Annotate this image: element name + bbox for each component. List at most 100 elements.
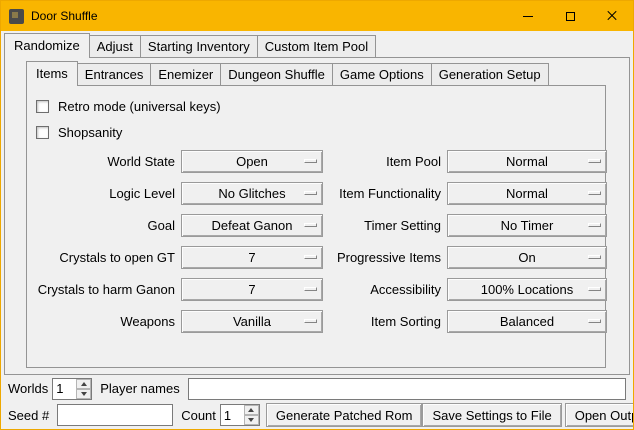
item-sorting-label: Item Sorting [329,314,441,329]
app-window: Door Shuffle Randomize Adjust Starting I… [0,0,634,430]
count-label: Count [181,408,216,423]
tab-dungeon-shuffle[interactable]: Dungeon Shuffle [220,63,333,85]
worlds-label: Worlds [8,381,48,396]
dropdown-crystals-harm-ganon[interactable]: 7 [181,278,323,301]
count-value: 1 [221,405,244,425]
tab-adjust[interactable]: Adjust [89,35,141,57]
dropdown-value: Defeat Ganon [212,218,293,233]
close-icon [606,10,618,22]
dropdown-indicator-icon [588,287,601,291]
crystals-harm-ganon-label: Crystals to harm Ganon [33,282,175,297]
accessibility-label: Accessibility [329,282,441,297]
dropdown-timer-setting[interactable]: No Timer [447,214,607,237]
dropdown-accessibility[interactable]: 100% Locations [447,278,607,301]
dropdown-value: 7 [248,282,255,297]
dropdown-indicator-icon [304,159,317,163]
randomize-panel: Items Entrances Enemizer Dungeon Shuffle… [4,57,630,375]
generate-patched-rom-button[interactable]: Generate Patched Rom [266,403,423,427]
world-state-label: World State [33,154,175,169]
shopsanity-row: Shopsanity [36,124,599,140]
tab-custom-item-pool[interactable]: Custom Item Pool [257,35,376,57]
player-names-input[interactable] [188,378,626,400]
dropdown-indicator-icon [588,319,601,323]
weapons-label: Weapons [33,314,175,329]
tab-randomize[interactable]: Randomize [4,33,90,58]
dropdown-value: 7 [248,250,255,265]
inner-tab-bar: Items Entrances Enemizer Dungeon Shuffle… [5,61,629,85]
shopsanity-checkbox[interactable] [36,126,49,139]
seed-label: Seed # [8,408,49,423]
dropdown-indicator-icon [588,255,601,259]
tab-enemizer[interactable]: Enemizer [150,63,221,85]
count-spinner-arrows [244,405,259,425]
dropdown-world-state[interactable]: Open [181,150,323,173]
dropdown-crystals-open-gt[interactable]: 7 [181,246,323,269]
dropdown-value: 100% Locations [481,282,574,297]
worlds-value: 1 [53,379,76,399]
app-icon [9,9,24,24]
goal-label: Goal [33,218,175,233]
retro-mode-row: Retro mode (universal keys) [36,98,599,114]
titlebar: Door Shuffle [1,1,633,31]
items-panel: Retro mode (universal keys) Shopsanity W… [26,85,606,368]
maximize-icon [566,12,575,21]
dropdown-indicator-icon [588,159,601,163]
dropdown-logic-level[interactable]: No Glitches [181,182,323,205]
save-settings-button[interactable]: Save Settings to File [422,403,561,427]
spin-up-button[interactable] [76,379,91,389]
count-spinner[interactable]: 1 [220,404,260,426]
spin-up-button[interactable] [244,405,259,415]
progressive-items-label: Progressive Items [329,250,441,265]
arrow-down-icon [81,392,87,396]
dropdown-indicator-icon [304,223,317,227]
dropdown-indicator-icon [304,287,317,291]
worlds-spinner[interactable]: 1 [52,378,92,400]
maximize-button[interactable] [549,1,591,31]
dropdown-value: No Timer [501,218,554,233]
window-title: Door Shuffle [31,9,98,23]
tab-game-options[interactable]: Game Options [332,63,432,85]
dropdown-indicator-icon [304,191,317,195]
dropdown-value: Vanilla [233,314,271,329]
arrow-up-icon [248,408,254,412]
dropdown-item-functionality[interactable]: Normal [447,182,607,205]
tab-entrances[interactable]: Entrances [77,63,152,85]
arrow-up-icon [81,382,87,386]
timer-setting-label: Timer Setting [329,218,441,233]
dropdown-value: No Glitches [218,186,285,201]
dropdown-value: Open [236,154,268,169]
crystals-open-gt-label: Crystals to open GT [33,250,175,265]
worlds-spinner-arrows [76,379,91,399]
worlds-row: Worlds 1 Player names [8,377,626,400]
dropdown-indicator-icon [588,223,601,227]
open-output-directory-button[interactable]: Open Output Directory [565,403,634,427]
seed-input[interactable] [57,404,173,426]
dropdown-item-pool[interactable]: Normal [447,150,607,173]
arrow-down-icon [248,418,254,422]
dropdown-indicator-icon [304,319,317,323]
dropdown-indicator-icon [304,255,317,259]
player-names-label: Player names [100,381,179,396]
item-functionality-label: Item Functionality [329,186,441,201]
dropdown-value: Normal [506,186,548,201]
tab-items[interactable]: Items [26,61,78,86]
minimize-icon [523,16,533,17]
spin-down-button[interactable] [76,389,91,399]
dropdown-progressive-items[interactable]: On [447,246,607,269]
dropdown-weapons[interactable]: Vanilla [181,310,323,333]
spin-down-button[interactable] [244,415,259,425]
window-controls [507,1,633,31]
close-button[interactable] [591,1,633,31]
dropdown-item-sorting[interactable]: Balanced [447,310,607,333]
tab-starting-inventory[interactable]: Starting Inventory [140,35,258,57]
settings-grid: World State Open Item Pool Normal Logic … [33,150,599,333]
logic-level-label: Logic Level [33,186,175,201]
outer-tab-bar: Randomize Adjust Starting Inventory Cust… [1,33,633,57]
tab-generation-setup[interactable]: Generation Setup [431,63,549,85]
minimize-button[interactable] [507,1,549,31]
retro-mode-checkbox[interactable] [36,100,49,113]
dropdown-indicator-icon [588,191,601,195]
retro-mode-label: Retro mode (universal keys) [58,99,221,114]
dropdown-goal[interactable]: Defeat Ganon [181,214,323,237]
shopsanity-label: Shopsanity [58,125,122,140]
